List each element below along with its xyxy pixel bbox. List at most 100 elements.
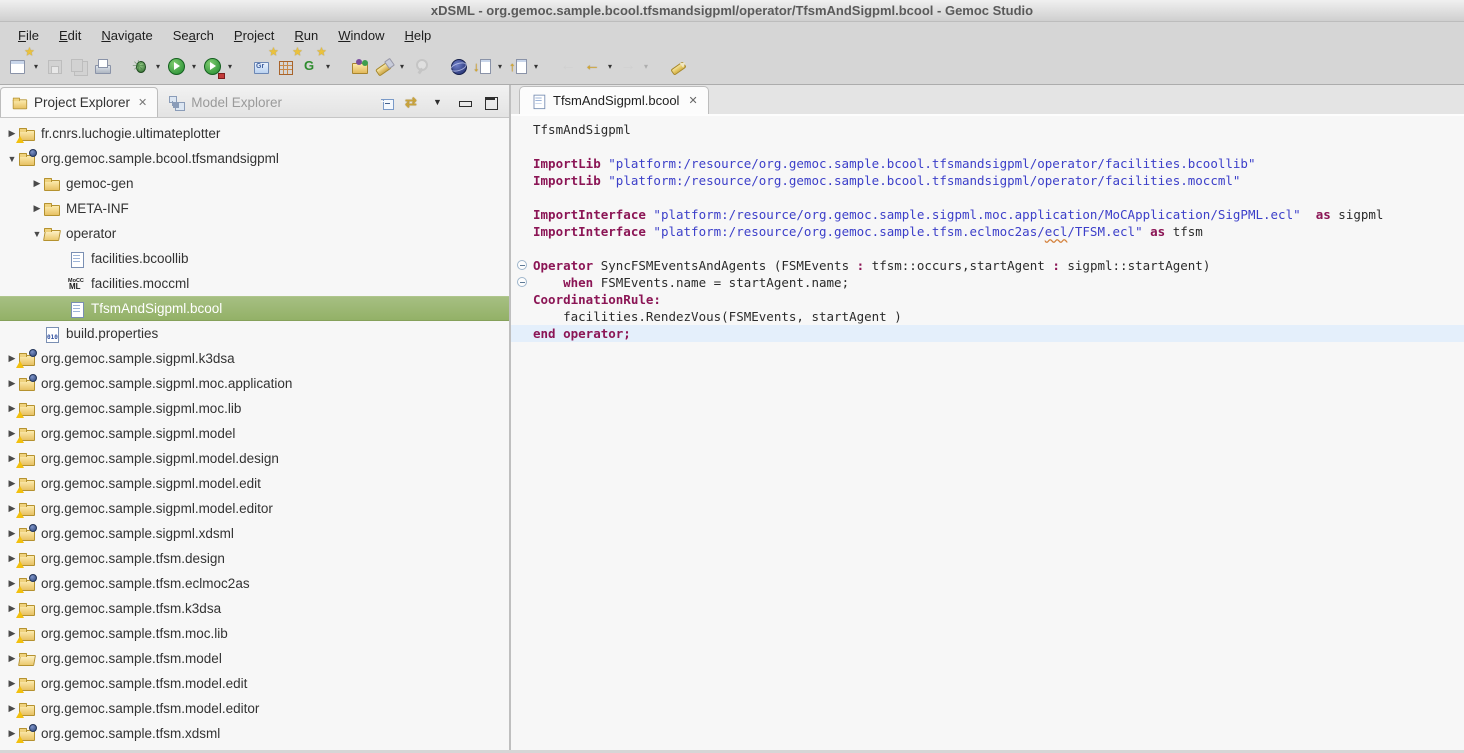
code-line bbox=[511, 240, 1464, 257]
tree-item-org.gemoc.sample.tfsm.xdsml[interactable]: ▶org.gemoc.sample.tfsm.xdsml bbox=[0, 721, 509, 746]
tab-model-explorer[interactable]: Model Explorer bbox=[158, 87, 292, 117]
tree-item-label: org.gemoc.sample.bcool.tfsmandsigpml bbox=[41, 151, 279, 166]
window-titlebar[interactable]: xDSML - org.gemoc.sample.bcool.tfsmandsi… bbox=[0, 0, 1464, 22]
minimize-icon[interactable] bbox=[457, 95, 473, 111]
run-icon bbox=[167, 57, 185, 75]
toolbar-search-button[interactable] bbox=[372, 53, 396, 79]
link-with-editor-icon[interactable] bbox=[405, 95, 421, 111]
tree-item-label: facilities.moccml bbox=[91, 276, 189, 291]
collapse-all-icon[interactable] bbox=[379, 95, 395, 111]
toolbar-debug-dropdown-icon[interactable]: ▾ bbox=[152, 62, 164, 71]
menu-help[interactable]: Help bbox=[394, 24, 441, 47]
tree-item-operator[interactable]: ▼operator bbox=[0, 221, 509, 246]
tab-project-explorer-label: Project Explorer bbox=[34, 95, 130, 110]
menubar: FileEditNavigateSearchProjectRunWindowHe… bbox=[0, 22, 1464, 48]
toolbar-back-history-button[interactable] bbox=[580, 53, 604, 79]
tree-item-org.gemoc.sample.tfsm.moc.lib[interactable]: ▶org.gemoc.sample.tfsm.moc.lib bbox=[0, 621, 509, 646]
menu-window[interactable]: Window bbox=[328, 24, 394, 47]
toolbar-new-wizard-button[interactable]: ★ bbox=[6, 53, 30, 79]
close-icon[interactable]: ✕ bbox=[138, 96, 147, 109]
toolbar-run-button[interactable] bbox=[164, 53, 188, 79]
menu-edit[interactable]: Edit bbox=[49, 24, 91, 47]
tree-item-org.gemoc.sample.sigpml.model.design[interactable]: ▶org.gemoc.sample.sigpml.model.design bbox=[0, 446, 509, 471]
tree-item-label: org.gemoc.sample.sigpml.model.design bbox=[41, 451, 279, 466]
collapse-fold-icon[interactable] bbox=[517, 277, 527, 287]
tree-item-build.properties[interactable]: build.properties bbox=[0, 321, 509, 346]
toolbar-previous-annotation-dropdown-icon[interactable]: ▾ bbox=[530, 62, 542, 71]
tree-item-org.gemoc.sample.sigpml.moc.lib[interactable]: ▶org.gemoc.sample.sigpml.moc.lib bbox=[0, 396, 509, 421]
toolbar-new-gemoc-wizard-dropdown-icon[interactable]: ▾ bbox=[322, 62, 334, 71]
tree-item-org.gemoc.sample.sigpml.moc.application[interactable]: ▶org.gemoc.sample.sigpml.moc.application bbox=[0, 371, 509, 396]
menu-navigate[interactable]: Navigate bbox=[91, 24, 162, 47]
menu-file[interactable]: File bbox=[8, 24, 49, 47]
tree-item-org.gemoc.sample.bcool.tfsmandsigpml[interactable]: ▼ org.gemoc.sample.bcool.tfsmandsigpml bbox=[0, 146, 509, 171]
plain-token: facilities.RendezVous(FSMEvents, startAg… bbox=[533, 308, 902, 325]
view-menu-icon[interactable] bbox=[431, 95, 447, 111]
plain-token bbox=[601, 155, 609, 172]
maximize-icon[interactable] bbox=[483, 95, 499, 111]
toolbar-search-dropdown-icon[interactable]: ▾ bbox=[396, 62, 408, 71]
tree-item-org.gemoc.sample.tfsm.k3dsa[interactable]: ▶org.gemoc.sample.tfsm.k3dsa bbox=[0, 596, 509, 621]
string-token: "platform:/resource/org.gemoc.sample.bco… bbox=[608, 155, 1255, 172]
last-edit-location-icon bbox=[559, 57, 577, 75]
toolbar-next-annotation-dropdown-icon[interactable]: ▾ bbox=[494, 62, 506, 71]
close-icon[interactable]: ✕ bbox=[688, 94, 697, 107]
tree-expanded-arrow-icon[interactable]: ▼ bbox=[6, 154, 18, 164]
tree-item-org.gemoc.sample.tfsm.eclmoc2as[interactable]: ▶org.gemoc.sample.tfsm.eclmoc2as bbox=[0, 571, 509, 596]
project-icon bbox=[18, 626, 35, 642]
tree-item-org.gemoc.sample.sigpml.xdsml[interactable]: ▶org.gemoc.sample.sigpml.xdsml bbox=[0, 521, 509, 546]
editor-tab[interactable]: TfsmAndSigpml.bcool ✕ bbox=[519, 86, 709, 114]
toolbar-run-dropdown-icon[interactable]: ▾ bbox=[188, 62, 200, 71]
menu-project[interactable]: Project bbox=[224, 24, 284, 47]
tree-item-org.gemoc.sample.sigpml.model[interactable]: ▶org.gemoc.sample.sigpml.model bbox=[0, 421, 509, 446]
tree-item-org.gemoc.sample.sigpml.model.edit[interactable]: ▶org.gemoc.sample.sigpml.model.edit bbox=[0, 471, 509, 496]
tree-collapsed-arrow-icon[interactable]: ▶ bbox=[6, 378, 18, 389]
toolbar-new-gemoc-wizard-button[interactable]: ★ bbox=[298, 53, 322, 79]
tree-item-org.gemoc.sample.sigpml.k3dsa[interactable]: ▶org.gemoc.sample.sigpml.k3dsa bbox=[0, 346, 509, 371]
model-explorer-icon bbox=[168, 94, 185, 110]
plain-token bbox=[1143, 223, 1151, 240]
tree-item-facilities.bcoollib[interactable]: facilities.bcoollib bbox=[0, 246, 509, 271]
toolbar-debug-button[interactable] bbox=[128, 53, 152, 79]
menu-search[interactable]: Search bbox=[163, 24, 224, 47]
tree-item-TfsmAndSigpml.bcool[interactable]: TfsmAndSigpml.bcool bbox=[0, 296, 509, 321]
tree-collapsed-arrow-icon[interactable]: ▶ bbox=[31, 203, 43, 214]
toolbar-print-button[interactable] bbox=[90, 53, 114, 79]
collapse-fold-icon[interactable] bbox=[517, 260, 527, 270]
toolbar-previous-annotation-button[interactable] bbox=[506, 53, 530, 79]
tree-expanded-arrow-icon[interactable]: ▼ bbox=[31, 229, 43, 239]
tree-item-org.gemoc.sample.sigpml.model.editor[interactable]: ▶org.gemoc.sample.sigpml.model.editor bbox=[0, 496, 509, 521]
tree-item-fr.cnrs.luchogie.ultimateplotter[interactable]: ▶fr.cnrs.luchogie.ultimateplotter bbox=[0, 121, 509, 146]
toolbar-new-graphical-model-button[interactable]: ★ bbox=[250, 53, 274, 79]
tree-item-label: org.gemoc.sample.sigpml.xdsml bbox=[41, 526, 234, 541]
toolbar-mark-occurrences-button[interactable] bbox=[666, 53, 690, 79]
tree-item-label: TfsmAndSigpml.bcool bbox=[91, 301, 222, 316]
toolbar-open-browser-button[interactable] bbox=[446, 53, 470, 79]
tree-item-org.gemoc.sample.tfsm.model[interactable]: ▶ org.gemoc.sample.tfsm.model bbox=[0, 646, 509, 671]
fold-margin-empty bbox=[511, 172, 533, 189]
toolbar-new-grid-wizard-button[interactable]: ★ bbox=[274, 53, 298, 79]
toolbar-new-wizard-dropdown-icon[interactable]: ▾ bbox=[30, 62, 42, 71]
toolbar-back-history-dropdown-icon[interactable]: ▾ bbox=[604, 62, 616, 71]
editor-tab-label: TfsmAndSigpml.bcool bbox=[553, 93, 679, 108]
tab-project-explorer[interactable]: Project Explorer ✕ bbox=[0, 87, 158, 117]
tree-item-label: org.gemoc.sample.sigpml.model.edit bbox=[41, 476, 261, 491]
tree-collapsed-arrow-icon[interactable]: ▶ bbox=[31, 178, 43, 189]
toolbar-next-annotation-button[interactable] bbox=[470, 53, 494, 79]
plugin-project-icon bbox=[18, 576, 35, 592]
tree-item-gemoc-gen[interactable]: ▶gemoc-gen bbox=[0, 171, 509, 196]
tree-item-org.gemoc.sample.tfsm.design[interactable]: ▶org.gemoc.sample.tfsm.design bbox=[0, 546, 509, 571]
menu-run[interactable]: Run bbox=[284, 24, 328, 47]
tree-collapsed-arrow-icon[interactable]: ▶ bbox=[6, 653, 18, 664]
toolbar-open-model-button[interactable] bbox=[348, 53, 372, 79]
toolbar-run-external-tool-button[interactable] bbox=[200, 53, 224, 79]
tree-item-org.gemoc.sample.tfsm.model.editor[interactable]: ▶org.gemoc.sample.tfsm.model.editor bbox=[0, 696, 509, 721]
tree-item-label: org.gemoc.sample.tfsm.model bbox=[41, 651, 222, 666]
tree-item-META-INF[interactable]: ▶META-INF bbox=[0, 196, 509, 221]
tree-item-facilities.moccml[interactable]: facilities.moccml bbox=[0, 271, 509, 296]
tree-item-org.gemoc.sample.tfsm.model.edit[interactable]: ▶org.gemoc.sample.tfsm.model.edit bbox=[0, 671, 509, 696]
moccml-file-icon bbox=[68, 276, 85, 292]
keyword-token: ImportLib bbox=[533, 155, 601, 172]
code-editor[interactable]: TfsmAndSigpmlImportLib "platform:/resour… bbox=[511, 116, 1464, 750]
toolbar-run-external-tool-dropdown-icon[interactable]: ▾ bbox=[224, 62, 236, 71]
